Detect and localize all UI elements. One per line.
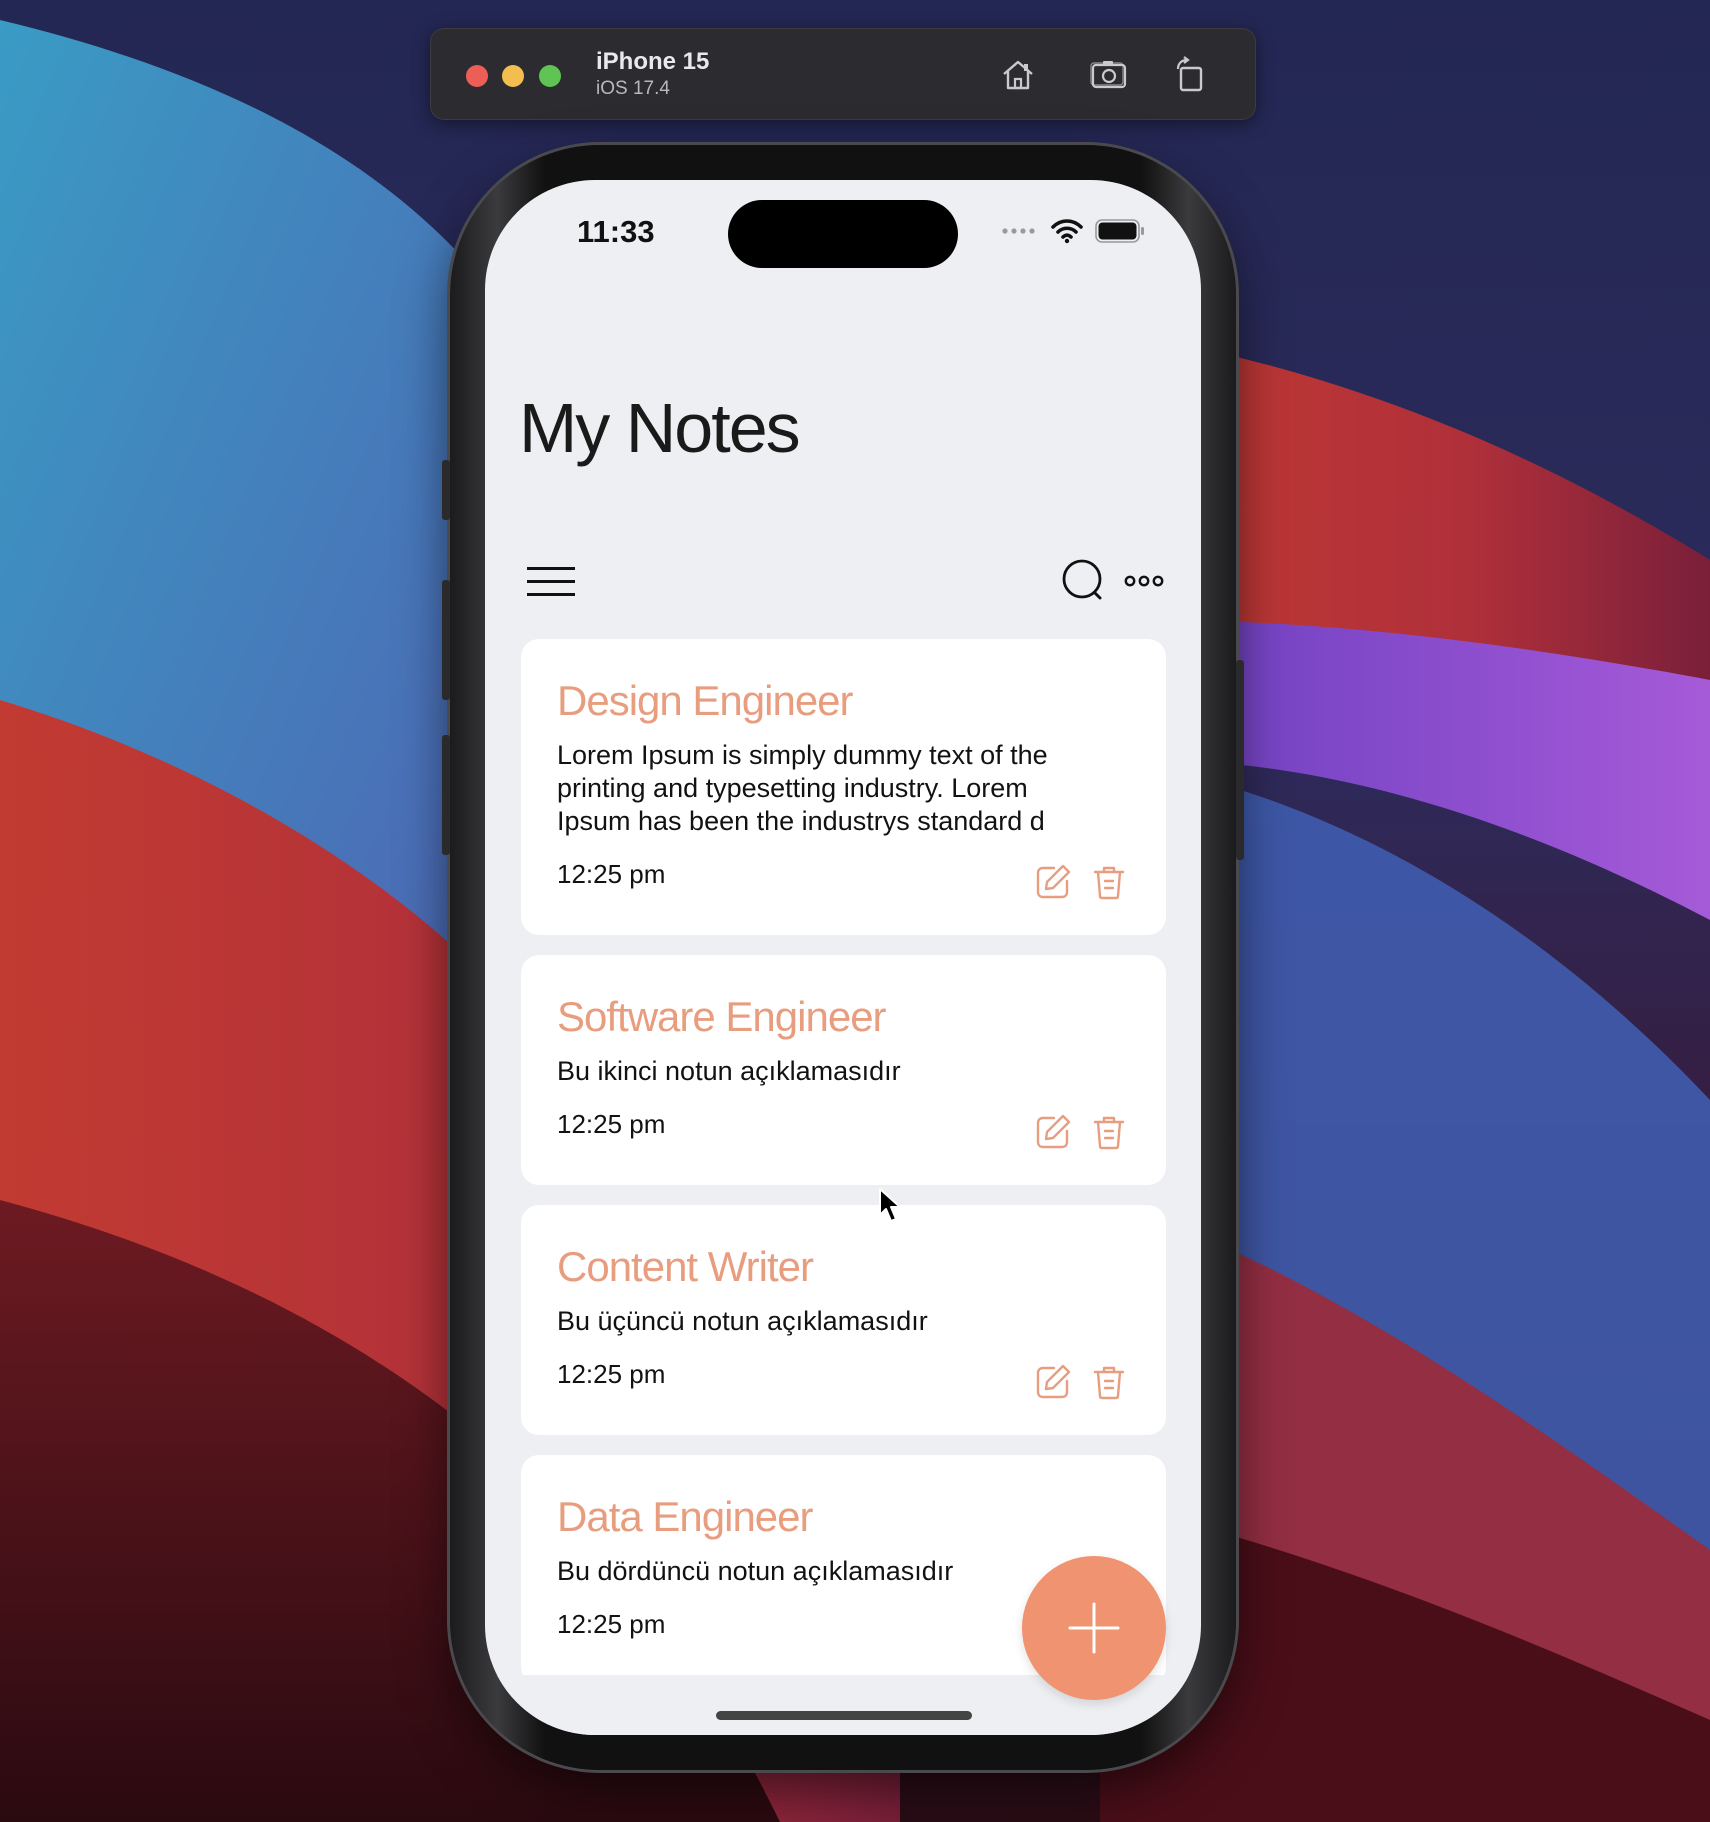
mouse-cursor: [878, 1187, 904, 1230]
more-options-button[interactable]: [1123, 566, 1165, 596]
note-description: Lorem Ipsum is simply dummy text of the …: [557, 740, 1048, 836]
search-button[interactable]: [1059, 556, 1109, 606]
note-card[interactable]: Content Writer Bu üçüncü notun açıklamas…: [521, 1205, 1166, 1435]
screenshot-button[interactable]: [1086, 52, 1132, 98]
action-button: [442, 460, 450, 520]
phone-screen: 11:33 My Notes Design Engineer Lorem Ips…: [485, 180, 1201, 1735]
side-power-button: [1236, 660, 1244, 860]
note-title: Software Engineer: [557, 993, 887, 1040]
dynamic-island: [728, 200, 958, 268]
volume-down-button: [442, 735, 450, 855]
search-icon: [1062, 559, 1102, 600]
note-description: Bu ikinci notun açıklamasıdır: [557, 1056, 901, 1086]
minimize-window-button[interactable]: [502, 65, 524, 87]
note-card[interactable]: Software Engineer Bu ikinci notun açıkla…: [521, 955, 1166, 1185]
zoom-window-button[interactable]: [539, 65, 561, 87]
edit-icon[interactable]: [1034, 863, 1072, 901]
close-window-button[interactable]: [466, 65, 488, 87]
home-indicator: [716, 1711, 972, 1720]
volume-up-button: [442, 580, 450, 700]
notes-list: Design Engineer Lorem Ipsum is simply du…: [521, 639, 1166, 1705]
note-card[interactable]: Design Engineer Lorem Ipsum is simply du…: [521, 639, 1166, 935]
more-dots-icon: [1124, 575, 1164, 587]
note-actions: [1034, 1113, 1128, 1151]
trash-icon[interactable]: [1090, 1363, 1128, 1401]
note-actions: [1034, 863, 1128, 901]
status-icons: [1001, 218, 1145, 244]
status-time: 11:33: [577, 214, 655, 249]
trash-icon[interactable]: [1090, 863, 1128, 901]
os-version: iOS 17.4: [596, 78, 670, 99]
note-title: Data Engineer: [557, 1493, 814, 1540]
simulator-window-bar: iPhone 15 iOS 17.4: [430, 28, 1256, 120]
device-name: iPhone 15: [596, 48, 710, 75]
trash-icon[interactable]: [1090, 1113, 1128, 1151]
hamburger-menu-icon: [527, 567, 575, 596]
signal-dots-icon: [1002, 228, 1035, 234]
rotate-icon: [1176, 56, 1203, 92]
cursor-arrow-icon: [879, 1188, 901, 1222]
home-icon: [1003, 60, 1033, 90]
note-title: Content Writer: [557, 1243, 814, 1290]
note-description: Bu üçüncü notun açıklamasıdır: [557, 1306, 928, 1336]
note-actions: [1034, 1363, 1128, 1401]
home-button[interactable]: [995, 52, 1041, 98]
rotate-button[interactable]: [1167, 52, 1213, 98]
plus-icon: [1068, 1602, 1120, 1654]
edit-icon[interactable]: [1034, 1113, 1072, 1151]
screenshot-icon: [1090, 61, 1127, 89]
note-title: Design Engineer: [557, 677, 854, 724]
edit-icon[interactable]: [1034, 1363, 1072, 1401]
page-title: My Notes: [519, 389, 801, 467]
wifi-icon: [1051, 219, 1083, 244]
add-note-button[interactable]: [1022, 1556, 1166, 1700]
battery-icon: [1095, 219, 1144, 243]
menu-button[interactable]: [525, 558, 577, 606]
